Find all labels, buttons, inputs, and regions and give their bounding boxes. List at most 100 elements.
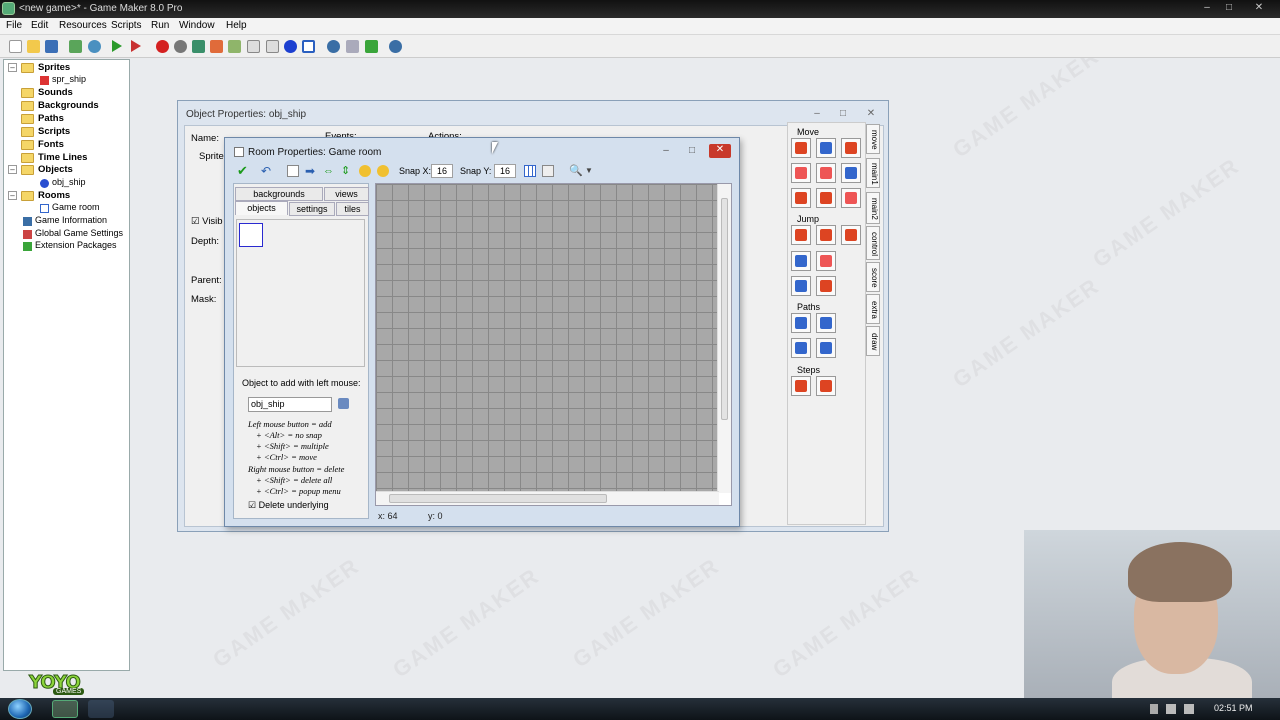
isometric-grid-icon[interactable]	[542, 165, 554, 177]
sort-y-icon[interactable]	[377, 165, 389, 177]
tray-network-icon[interactable]	[1166, 704, 1176, 714]
set-friction-action[interactable]	[841, 188, 861, 208]
create-sprite-icon[interactable]	[156, 40, 169, 53]
menu-file[interactable]: File	[6, 20, 22, 31]
tab-objects[interactable]: objects	[235, 201, 288, 215]
step-towards-action[interactable]	[791, 376, 811, 396]
path-speed-action[interactable]	[816, 338, 836, 358]
step-avoiding-action[interactable]	[816, 376, 836, 396]
clear-room-icon[interactable]	[287, 165, 299, 177]
jump-position-action[interactable]	[791, 225, 811, 245]
menu-edit[interactable]: Edit	[31, 20, 48, 31]
help-icon[interactable]	[389, 40, 402, 53]
run-icon[interactable]	[112, 40, 122, 52]
shift-vertical-icon[interactable]: ⇕	[341, 165, 353, 177]
align-grid-action[interactable]	[791, 251, 811, 271]
extensions-icon[interactable]	[365, 40, 378, 53]
start-button[interactable]	[8, 699, 32, 719]
tab-views[interactable]: views	[324, 187, 369, 201]
create-object-icon[interactable]	[284, 40, 297, 53]
tab-main1[interactable]: main1	[866, 158, 880, 188]
zoom-dropdown-icon[interactable]: ▼	[585, 165, 597, 177]
shift-right-icon[interactable]: ➡	[305, 165, 317, 177]
room-maximize-button[interactable]: □	[683, 145, 701, 157]
taskbar-game-maker[interactable]	[52, 700, 78, 718]
tab-backgrounds[interactable]: backgrounds	[235, 187, 323, 201]
maximize-button[interactable]: □	[1220, 2, 1238, 14]
create-timeline-icon[interactable]	[266, 40, 279, 53]
menu-help[interactable]: Help	[226, 20, 247, 31]
save-icon[interactable]	[45, 40, 58, 53]
ok-check-icon[interactable]: ✔	[237, 164, 249, 177]
tab-extra[interactable]: extra	[866, 294, 880, 324]
room-grid-canvas[interactable]	[376, 184, 719, 493]
path-position-action[interactable]	[791, 338, 811, 358]
bounce-action[interactable]	[816, 276, 836, 296]
room-minimize-button[interactable]: –	[657, 145, 675, 157]
vertical-scrollbar[interactable]	[717, 184, 731, 493]
collapse-icon[interactable]: –	[8, 63, 17, 72]
create-room-icon[interactable]	[302, 40, 315, 53]
move-free-action[interactable]	[816, 138, 836, 158]
create-exe-icon[interactable]	[69, 40, 82, 53]
tab-main2[interactable]: main2	[866, 192, 880, 224]
tab-control[interactable]: control	[866, 226, 880, 260]
undo-icon[interactable]: ↶	[261, 165, 273, 177]
snap-x-input[interactable]: 16	[431, 164, 453, 178]
open-icon[interactable]	[27, 40, 40, 53]
tray-action-center-icon[interactable]	[1150, 704, 1158, 714]
close-button[interactable]: ✕	[1250, 2, 1268, 14]
create-background-icon[interactable]	[192, 40, 205, 53]
set-path-action[interactable]	[791, 313, 811, 333]
tab-move[interactable]: move	[866, 124, 880, 154]
menu-run[interactable]: Run	[151, 20, 169, 31]
game-info-icon[interactable]	[327, 40, 340, 53]
create-path-icon[interactable]	[210, 40, 223, 53]
taskbar-clock[interactable]: 02:51 PM	[1214, 703, 1253, 713]
reverse-vertical-action[interactable]	[816, 188, 836, 208]
tab-tiles[interactable]: tiles	[336, 202, 369, 216]
object-menu-icon[interactable]	[338, 398, 349, 409]
global-settings-icon[interactable]	[346, 40, 359, 53]
show-grid-icon[interactable]	[524, 165, 536, 177]
reverse-horizontal-action[interactable]	[791, 188, 811, 208]
tab-score[interactable]: score	[866, 262, 880, 292]
minimize-button[interactable]: –	[1198, 2, 1216, 14]
tray-volume-icon[interactable]	[1184, 704, 1194, 714]
jump-random-action[interactable]	[841, 225, 861, 245]
snap-y-input[interactable]: 16	[494, 164, 516, 178]
publish-icon[interactable]	[88, 40, 101, 53]
zoom-icon[interactable]: 🔍	[569, 165, 583, 177]
move-towards-action[interactable]	[841, 138, 861, 158]
menu-scripts[interactable]: Scripts	[111, 20, 142, 31]
create-script-icon[interactable]	[228, 40, 241, 53]
object-select-field[interactable]: obj_ship	[248, 397, 332, 412]
taskbar-internet-explorer[interactable]	[88, 700, 114, 718]
delete-underlying-checkbox[interactable]: ☑ Delete underlying	[248, 500, 329, 511]
debug-icon[interactable]	[131, 40, 141, 52]
obj-minimize-button[interactable]: –	[808, 108, 826, 120]
tab-settings[interactable]: settings	[289, 202, 335, 216]
jump-start-action[interactable]	[816, 225, 836, 245]
room-close-button[interactable]: ✕	[709, 144, 731, 158]
end-path-action[interactable]	[816, 313, 836, 333]
horizontal-scroll-thumb[interactable]	[389, 494, 607, 503]
new-icon[interactable]	[9, 40, 22, 53]
move-fixed-action[interactable]	[791, 138, 811, 158]
wrap-screen-action[interactable]	[816, 251, 836, 271]
tab-draw[interactable]: draw	[866, 326, 880, 356]
menu-resources[interactable]: Resources	[59, 20, 107, 31]
obj-maximize-button[interactable]: □	[834, 108, 852, 120]
create-font-icon[interactable]	[247, 40, 260, 53]
speed-vertical-action[interactable]	[816, 163, 836, 183]
collapse-icon[interactable]: –	[8, 165, 17, 174]
vertical-scroll-thumb[interactable]	[721, 198, 728, 420]
menu-window[interactable]: Window	[179, 20, 215, 31]
collapse-icon[interactable]: –	[8, 191, 17, 200]
horizontal-scrollbar[interactable]	[376, 491, 719, 505]
visible-checkbox[interactable]: ☑ Visib	[191, 216, 223, 227]
set-gravity-action[interactable]	[841, 163, 861, 183]
speed-horizontal-action[interactable]	[791, 163, 811, 183]
shift-horizontal-icon[interactable]: ⇔	[323, 165, 335, 177]
sort-x-icon[interactable]	[359, 165, 371, 177]
